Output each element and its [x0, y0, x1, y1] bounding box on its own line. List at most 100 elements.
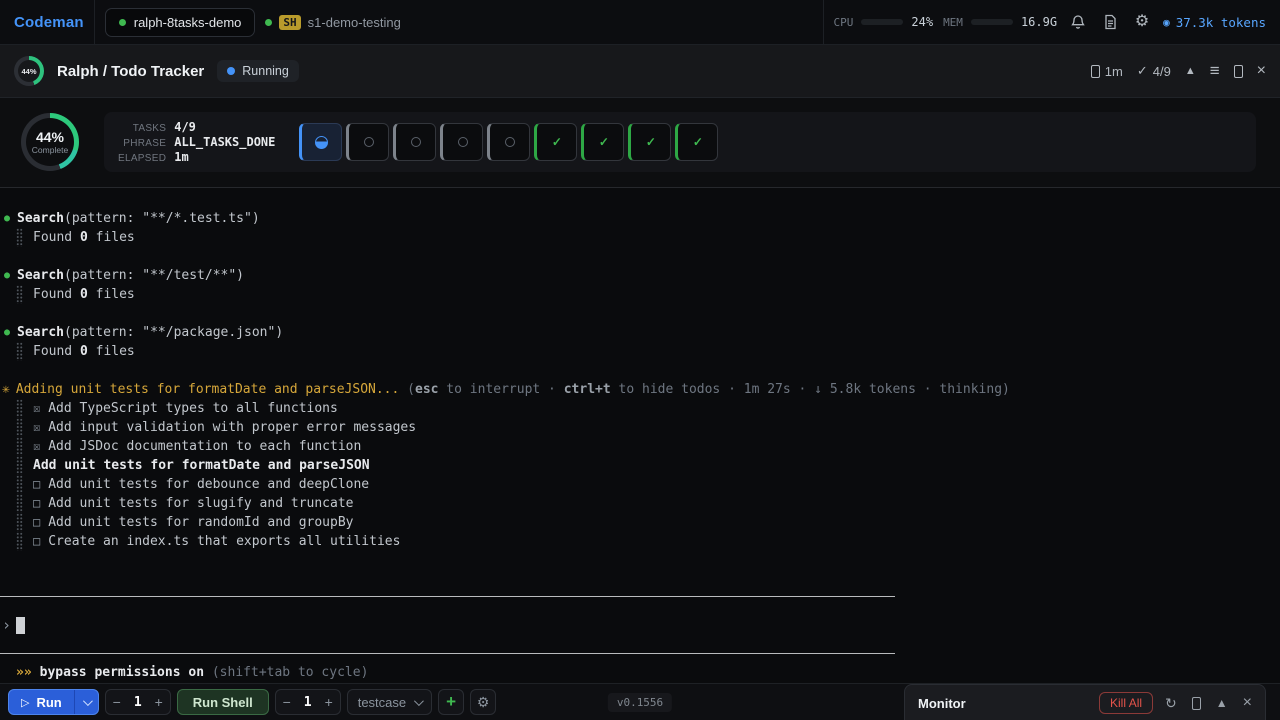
- stat-label: ELAPSED: [118, 153, 167, 164]
- result-text: files: [87, 230, 135, 245]
- empty-box-icon: □: [33, 477, 41, 491]
- expand-up-icon[interactable]: ▲: [1216, 696, 1228, 710]
- play-icon: ▷: [21, 696, 30, 709]
- token-counter[interactable]: ◉ 37.3k tokens: [1163, 15, 1266, 30]
- collapse-button[interactable]: ▲: [1185, 65, 1196, 77]
- empty-box-icon: □: [33, 534, 41, 548]
- refresh-icon[interactable]: ↻: [1165, 695, 1177, 712]
- detach-window-icon[interactable]: [1191, 696, 1201, 710]
- task-chip-done[interactable]: ✓: [675, 123, 719, 161]
- indent-dots: [16, 342, 23, 361]
- indent-dots: [16, 399, 23, 418]
- run-split-button[interactable]: ▷ Run: [8, 689, 99, 715]
- log-file-icon[interactable]: [1099, 11, 1121, 33]
- green-status-dot: [265, 18, 273, 26]
- check-icon: ✓: [598, 135, 609, 149]
- pending-circle-icon: [457, 137, 468, 147]
- testcase-dropdown[interactable]: testcase: [346, 689, 433, 715]
- task-chip-done[interactable]: ✓: [628, 123, 672, 161]
- result-count: 0: [79, 230, 88, 245]
- clock-icon: [1090, 64, 1100, 78]
- add-testcase-button[interactable]: +: [438, 689, 465, 715]
- monitor-title: Monitor: [918, 695, 966, 711]
- todo-text: Add TypeScript types to all functions: [48, 401, 338, 416]
- checked-box-icon: ☒: [33, 439, 41, 453]
- tool-args: (pattern: "**/test/**"): [64, 268, 245, 283]
- tool-bullet-icon: ●: [4, 327, 11, 338]
- kill-all-button[interactable]: Kill All: [1099, 692, 1154, 714]
- tool-args: (pattern: "**/*.test.ts"): [64, 211, 260, 226]
- task-chip-pending[interactable]: [487, 123, 531, 161]
- bell-icon[interactable]: [1067, 11, 1089, 33]
- running-dot-icon: [227, 67, 236, 75]
- task-chip-pending[interactable]: [393, 123, 437, 161]
- task-chip-active[interactable]: [299, 123, 343, 161]
- stat-value: 1m: [174, 150, 189, 164]
- todo-text: Add JSDoc documentation to each function: [48, 439, 362, 454]
- tool-name: Search: [17, 325, 64, 340]
- result-text: Found: [33, 344, 80, 359]
- close-monitor-icon[interactable]: ×: [1243, 694, 1252, 712]
- task-chip-pending[interactable]: [346, 123, 390, 161]
- tasks-ratio-label: 4/9: [1152, 63, 1171, 79]
- prompt-input[interactable]: ›: [0, 596, 895, 654]
- spinner-icon: [315, 135, 329, 149]
- tool-bullet-icon: ●: [4, 213, 11, 224]
- completion-ring: 44% Complete: [21, 113, 79, 171]
- shell-session-label: s1-demo-testing: [307, 14, 401, 30]
- shell-count-stepper: − 1 +: [274, 689, 341, 715]
- search-call-line: ● Search(pattern: "**/*.test.ts"): [0, 209, 1280, 228]
- activity-hint: (esc to interrupt · ctrl+t to hide todos…: [407, 382, 1010, 397]
- task-chip-done[interactable]: ✓: [534, 123, 578, 161]
- shell-count-increment[interactable]: +: [318, 694, 340, 710]
- empty-box-icon: □: [33, 496, 41, 510]
- check-icon: ✓: [692, 135, 703, 149]
- search-call-line: ● Search(pattern: "**/test/**"): [0, 266, 1280, 285]
- search-block: ● Search(pattern: "**/package.json") Found…: [0, 323, 1280, 361]
- session-tab[interactable]: ralph-8tasks-demo: [104, 7, 256, 37]
- todo-text: Add unit tests for debounce and deepClon…: [48, 477, 370, 492]
- task-chip-pending[interactable]: [440, 123, 484, 161]
- task-chip-done[interactable]: ✓: [581, 123, 625, 161]
- search-result-line: Found 0 files: [0, 342, 1280, 361]
- app-logo: Codeman: [14, 13, 84, 31]
- tasks-ratio: ✓ 4/9: [1137, 63, 1171, 79]
- shell-session-tab[interactable]: SH s1-demo-testing: [265, 14, 401, 30]
- run-count-increment[interactable]: +: [148, 694, 170, 710]
- run-options-button[interactable]: [73, 690, 98, 714]
- bottom-toolbar: ▷ Run − 1 + Run Shell − 1 + testcase + ⚙…: [0, 683, 1280, 720]
- run-header: 44% Ralph / Todo Tracker Running 1m ✓ 4/…: [0, 45, 1280, 98]
- run-title: Ralph / Todo Tracker: [57, 62, 205, 80]
- shell-count-decrement[interactable]: −: [276, 694, 298, 710]
- prompt-chevron-icon: ›: [2, 615, 12, 634]
- chevron-down-icon: [414, 695, 424, 706]
- stat-label: TASKS: [132, 123, 167, 134]
- run-shell-button[interactable]: Run Shell: [176, 689, 269, 715]
- monitor-actions: ↻ ▲ ×: [1165, 694, 1252, 712]
- stat-value: 4/9: [174, 120, 196, 134]
- run-shell-label: Run Shell: [192, 694, 253, 710]
- todo-item-open: □ Create an index.ts that exports all uti…: [0, 532, 1280, 551]
- mem-label: MEM: [943, 15, 963, 29]
- elapsed-label: 1m: [1104, 63, 1123, 79]
- cpu-bar: [861, 19, 904, 25]
- todo-item-done: ☒ Add JSDoc documentation to each functio…: [0, 437, 1280, 456]
- hint-key: esc: [415, 382, 439, 397]
- testcase-settings-button[interactable]: ⚙: [470, 689, 497, 715]
- run-button[interactable]: ▷ Run: [9, 690, 74, 714]
- todo-list: ☒ Add TypeScript types to all functions ☒ A…: [0, 399, 1280, 551]
- expand-button[interactable]: [1233, 64, 1243, 78]
- indent-dots: [16, 475, 23, 494]
- menu-button[interactable]: ≡: [1210, 61, 1220, 81]
- run-header-actions: 1m ✓ 4/9 ▲ ≡ ×: [1090, 61, 1266, 81]
- pending-circle-icon: [410, 137, 421, 147]
- testcase-dropdown-label: testcase: [357, 694, 407, 710]
- settings-gear-icon[interactable]: ⚙: [1131, 11, 1153, 33]
- terminal-output: ● Search(pattern: "**/*.test.ts") Found 0 …: [0, 188, 1280, 683]
- run-count-decrement[interactable]: −: [106, 694, 128, 710]
- status-badge: Running: [217, 60, 299, 82]
- permissions-mode-line[interactable]: »» bypass permissions on (shift+tab to cy…: [0, 663, 1280, 682]
- close-button[interactable]: ×: [1257, 62, 1266, 80]
- session-tab-label: ralph-8tasks-demo: [133, 14, 242, 30]
- mem-bar: [970, 19, 1013, 25]
